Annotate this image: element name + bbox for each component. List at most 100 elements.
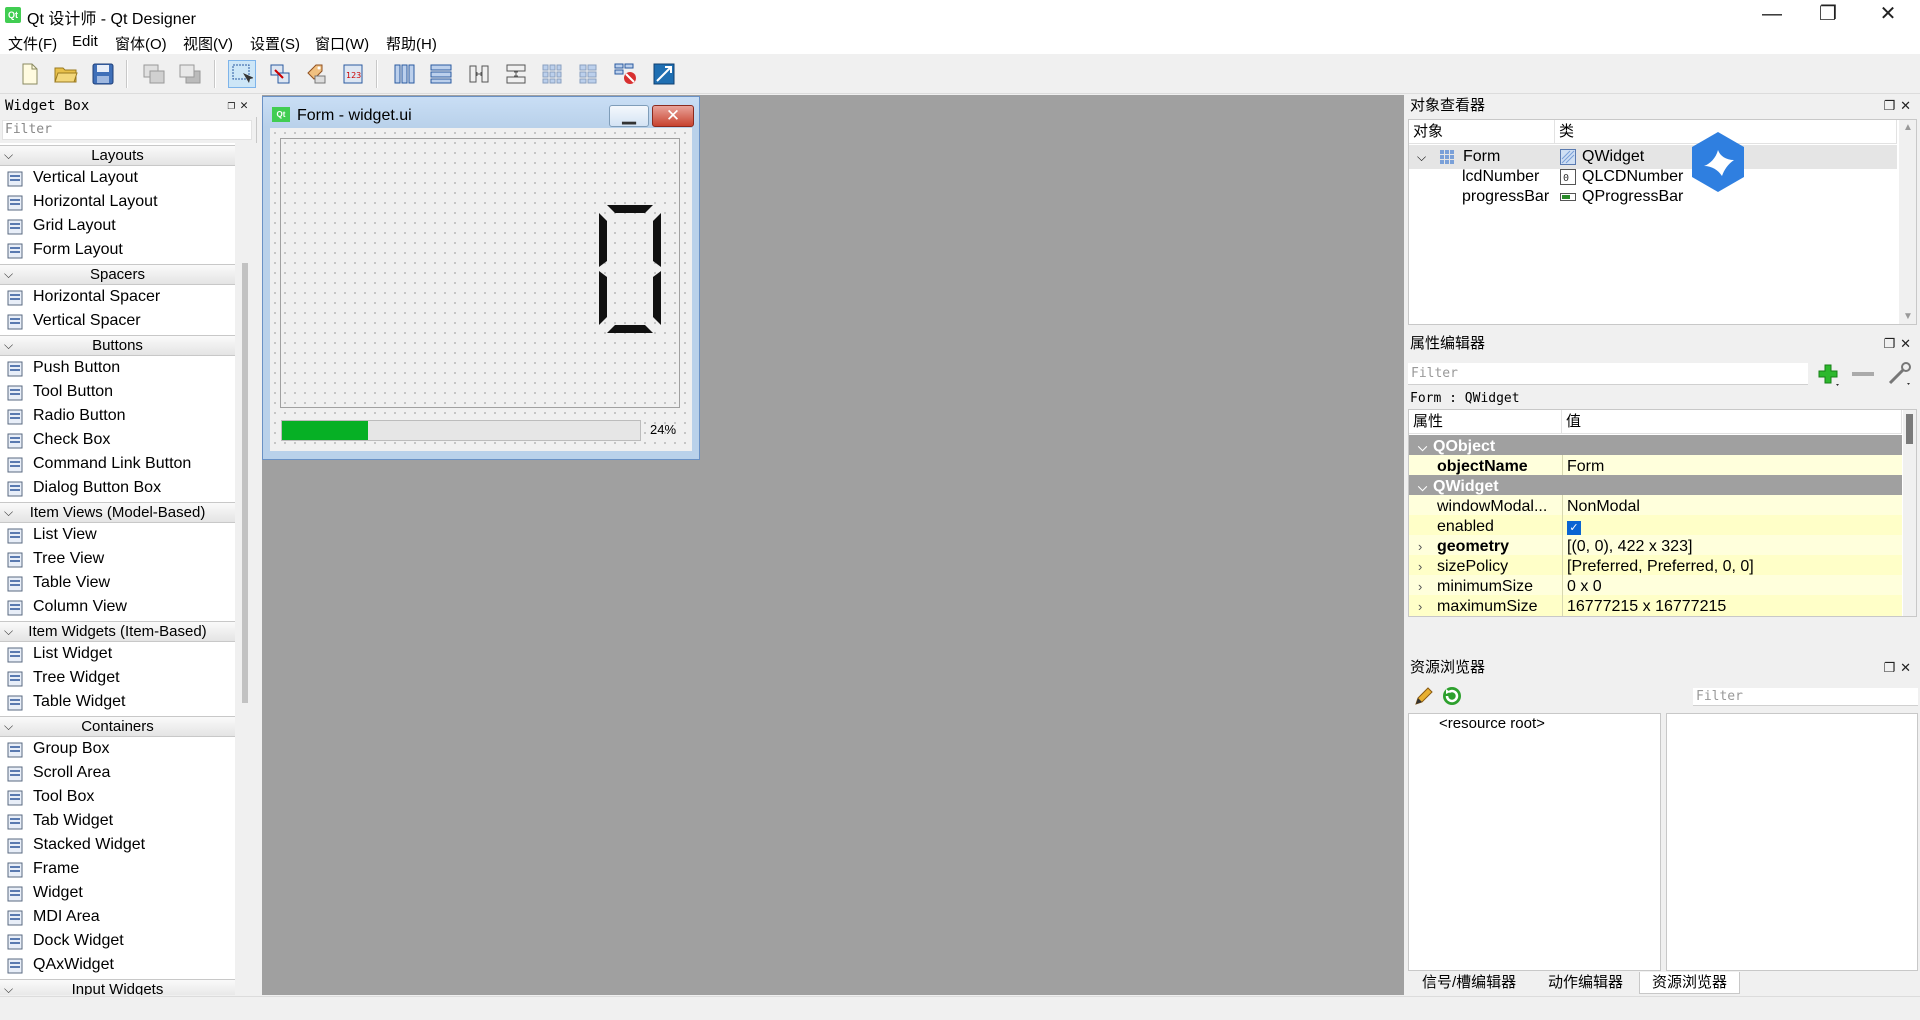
widget-item-command-link-button[interactable]: Command Link Button — [0, 452, 235, 476]
widget-item-vertical-layout[interactable]: Vertical Layout — [0, 166, 235, 190]
tab-signal-slot-editor[interactable]: 信号/槽编辑器 — [1410, 972, 1528, 994]
widget-category-layouts[interactable]: ⌵ Layouts — [0, 145, 235, 166]
widget-item-qaxwidget[interactable]: QAxWidget — [0, 953, 235, 977]
bring-to-front-icon[interactable] — [176, 60, 204, 88]
new-file-icon[interactable] — [16, 60, 44, 88]
property-filter-input[interactable]: Filter — [1408, 363, 1808, 385]
chevron-right-icon[interactable]: › — [1418, 595, 1422, 616]
reload-resources-icon[interactable] — [1441, 685, 1463, 707]
send-to-back-icon[interactable] — [140, 60, 168, 88]
edit-signals-slots-icon[interactable] — [266, 60, 294, 88]
scroll-up-icon[interactable]: ▲ — [1903, 122, 1913, 133]
restore-button[interactable]: ❐ — [1800, 0, 1856, 30]
dock-float-close-icons[interactable]: ❐✕ — [227, 95, 253, 117]
widget-item-column-view[interactable]: Column View — [0, 595, 235, 619]
menu-view[interactable]: 视图(V) — [183, 33, 233, 54]
widget-item-check-box[interactable]: Check Box — [0, 428, 235, 452]
widget-item-vertical-spacer[interactable]: Vertical Spacer — [0, 309, 235, 333]
property-row-maximumsize[interactable]: › maximumSize 16777215 x 16777215 — [1409, 595, 1902, 616]
menu-help[interactable]: 帮助(H) — [386, 33, 437, 54]
widget-item-dock-widget[interactable]: Dock Widget — [0, 929, 235, 953]
edit-widgets-icon[interactable] — [228, 60, 256, 88]
widget-item-radio-button[interactable]: Radio Button — [0, 404, 235, 428]
col-value-header[interactable]: 值 — [1562, 410, 1902, 434]
tab-resource-browser[interactable]: 资源浏览器 — [1639, 972, 1741, 994]
scrollbar-thumb[interactable] — [242, 263, 248, 703]
layout-horizontal-splitter-icon[interactable] — [465, 60, 493, 88]
widget-item-list-widget[interactable]: List Widget — [0, 642, 235, 666]
widget-category-item-widgets-item-based[interactable]: ⌵ Item Widgets (Item-Based) — [0, 621, 235, 642]
form-minimize-button[interactable]: ▁ — [609, 105, 649, 127]
widget-item-horizontal-layout[interactable]: Horizontal Layout — [0, 190, 235, 214]
widget-category-containers[interactable]: ⌵ Containers — [0, 716, 235, 737]
property-value[interactable]: 16777215 x 16777215 — [1562, 595, 1902, 616]
widget-box-filter-input[interactable]: Filter — [2, 120, 252, 140]
edit-buddies-icon[interactable] — [302, 60, 330, 88]
widget-item-tool-box[interactable]: Tool Box — [0, 785, 235, 809]
checkbox-checked-icon[interactable]: ✓ — [1567, 521, 1581, 535]
widget-item-form-layout[interactable]: Form Layout — [0, 238, 235, 262]
adjust-size-icon[interactable] — [650, 60, 678, 88]
menu-edit[interactable]: Edit — [72, 33, 98, 50]
layout-vertical-splitter-icon[interactable] — [502, 60, 530, 88]
widget-item-table-widget[interactable]: Table Widget — [0, 690, 235, 714]
minimize-button[interactable]: — — [1744, 0, 1800, 30]
widget-item-scroll-area[interactable]: Scroll Area — [0, 761, 235, 785]
menu-settings[interactable]: 设置(S) — [250, 33, 300, 54]
widget-category-input-widgets[interactable]: ⌵ Input Widgets — [0, 979, 235, 995]
dock-float-close-icons[interactable]: ❐✕ — [1883, 333, 1916, 355]
open-folder-icon[interactable] — [52, 60, 80, 88]
edit-tab-order-icon[interactable]: 123 — [339, 60, 367, 88]
save-icon[interactable] — [89, 60, 117, 88]
widget-item-tool-button[interactable]: Tool Button — [0, 380, 235, 404]
dock-float-close-icons[interactable]: ❐✕ — [1883, 95, 1916, 117]
object-inspector-scrollbar[interactable]: ▲ ▼ — [1899, 120, 1916, 324]
lcd-number[interactable] — [280, 138, 680, 408]
add-property-icon[interactable] — [1816, 362, 1842, 388]
widget-item-tree-widget[interactable]: Tree Widget — [0, 666, 235, 690]
widget-category-buttons[interactable]: ⌵ Buttons — [0, 335, 235, 356]
widget-category-item-views-model-based[interactable]: ⌵ Item Views (Model-Based) — [0, 502, 235, 523]
menu-window[interactable]: 窗口(W) — [315, 33, 369, 54]
scroll-down-icon[interactable]: ▼ — [1903, 311, 1913, 322]
configure-wrench-icon[interactable] — [1887, 361, 1913, 387]
edit-resources-pencil-icon[interactable] — [1413, 685, 1435, 707]
widget-item-stacked-widget[interactable]: Stacked Widget — [0, 833, 235, 857]
widget-item-group-box[interactable]: Group Box — [0, 737, 235, 761]
widget-item-push-button[interactable]: Push Button — [0, 356, 235, 380]
layout-horizontal-icon[interactable] — [390, 60, 418, 88]
widget-item-list-view[interactable]: List View — [0, 523, 235, 547]
object-tree-row[interactable]: progressBar QProgressBar — [1409, 185, 1897, 209]
resource-root-item[interactable]: <resource root> — [1439, 715, 1545, 732]
form-window-titlebar[interactable]: Qt Form - widget.ui ▁ ✕ — [263, 97, 699, 127]
widget-item-grid-layout[interactable]: Grid Layout — [0, 214, 235, 238]
form-close-button[interactable]: ✕ — [652, 105, 694, 127]
widget-item-mdi-area[interactable]: MDI Area — [0, 905, 235, 929]
widget-box-scrollbar[interactable] — [237, 143, 257, 995]
form-canvas[interactable]: 24% — [270, 128, 692, 451]
widget-item-horizontal-spacer[interactable]: Horizontal Spacer — [0, 285, 235, 309]
layout-grid-icon[interactable] — [538, 60, 566, 88]
col-property-header[interactable]: 属性 — [1409, 410, 1562, 434]
remove-property-icon[interactable] — [1852, 372, 1874, 376]
widget-item-frame[interactable]: Frame — [0, 857, 235, 881]
col-object-header[interactable]: 对象 — [1409, 120, 1555, 144]
break-layout-icon[interactable] — [612, 60, 640, 88]
menu-file[interactable]: 文件(F) — [8, 33, 57, 54]
dock-float-close-icons[interactable]: ❐✕ — [1883, 657, 1916, 679]
widget-item-tree-view[interactable]: Tree View — [0, 547, 235, 571]
progress-bar[interactable] — [281, 420, 641, 441]
scrollbar-thumb[interactable] — [1906, 414, 1913, 444]
resource-preview-list[interactable] — [1666, 713, 1918, 971]
layout-form-icon[interactable] — [574, 60, 602, 88]
widget-item-tab-widget[interactable]: Tab Widget — [0, 809, 235, 833]
widget-item-table-view[interactable]: Table View — [0, 571, 235, 595]
widget-item-widget[interactable]: Widget — [0, 881, 235, 905]
property-table-scrollbar[interactable] — [1903, 410, 1916, 616]
layout-vertical-icon[interactable] — [427, 60, 455, 88]
widget-item-dialog-button-box[interactable]: Dialog Button Box — [0, 476, 235, 500]
menu-form[interactable]: 窗体(O) — [115, 33, 167, 54]
widget-category-spacers[interactable]: ⌵ Spacers — [0, 264, 235, 285]
tab-action-editor[interactable]: 动作编辑器 — [1536, 972, 1635, 994]
resource-tree[interactable]: <resource root> — [1408, 713, 1661, 971]
